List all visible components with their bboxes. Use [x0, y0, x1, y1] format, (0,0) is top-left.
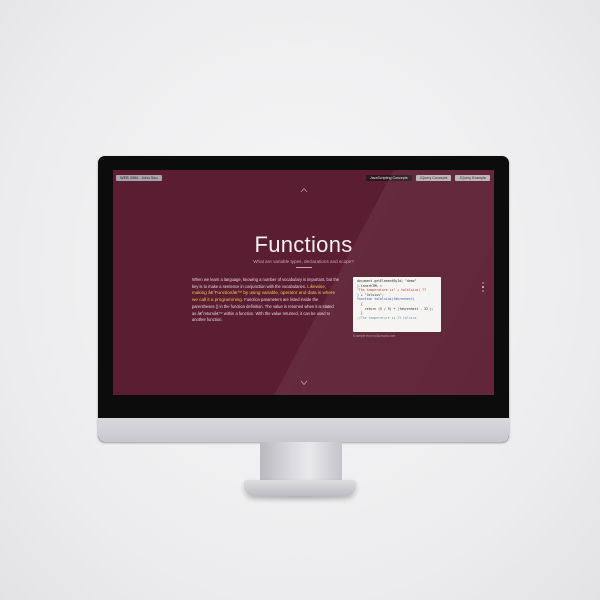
slide-dot[interactable]: [482, 282, 484, 284]
title-divider: [296, 267, 312, 268]
bezel-bottom: [98, 395, 509, 418]
slide-dots: [482, 282, 484, 292]
nav-javascripting-concepts[interactable]: JavaScripting Concepts: [365, 175, 412, 181]
course-badge: WEB 3394 · John Seo: [116, 175, 162, 181]
slide-title: Functions: [254, 232, 353, 257]
slide-subtitle: What are variable types, declarations an…: [253, 259, 354, 264]
slide-dot[interactable]: [482, 290, 484, 292]
chevron-down-icon[interactable]: [300, 380, 308, 388]
screen: WEB 3394 · John Seo JavaScripting Concep…: [113, 170, 494, 395]
monitor-chin: [98, 418, 509, 442]
chevron-up-icon[interactable]: [300, 187, 308, 195]
code-caption: Example from w3schools.com: [353, 334, 396, 338]
monitor-stand-neck: [260, 442, 342, 484]
top-nav: JavaScripting Concepts JQuery Concepts J…: [365, 175, 490, 181]
nav-jquery-example[interactable]: JQuery Example: [455, 175, 490, 181]
nav-jquery-concepts[interactable]: JQuery Concepts: [415, 175, 452, 181]
code-line: return (5 / 9) * (fahrenheit - 32 );: [357, 306, 434, 311]
code-sample: document.getElementById( "demo" ).innerH…: [353, 277, 441, 332]
slide-dot-active[interactable]: [482, 286, 484, 288]
code-line: //The temperature is 25 Celsius: [357, 315, 417, 320]
body-text: When we learn a language, knowing a numb…: [192, 277, 339, 324]
monitor-stand-foot: [244, 480, 356, 496]
monitor: WEB 3394 · John Seo JavaScripting Concep…: [98, 156, 509, 442]
